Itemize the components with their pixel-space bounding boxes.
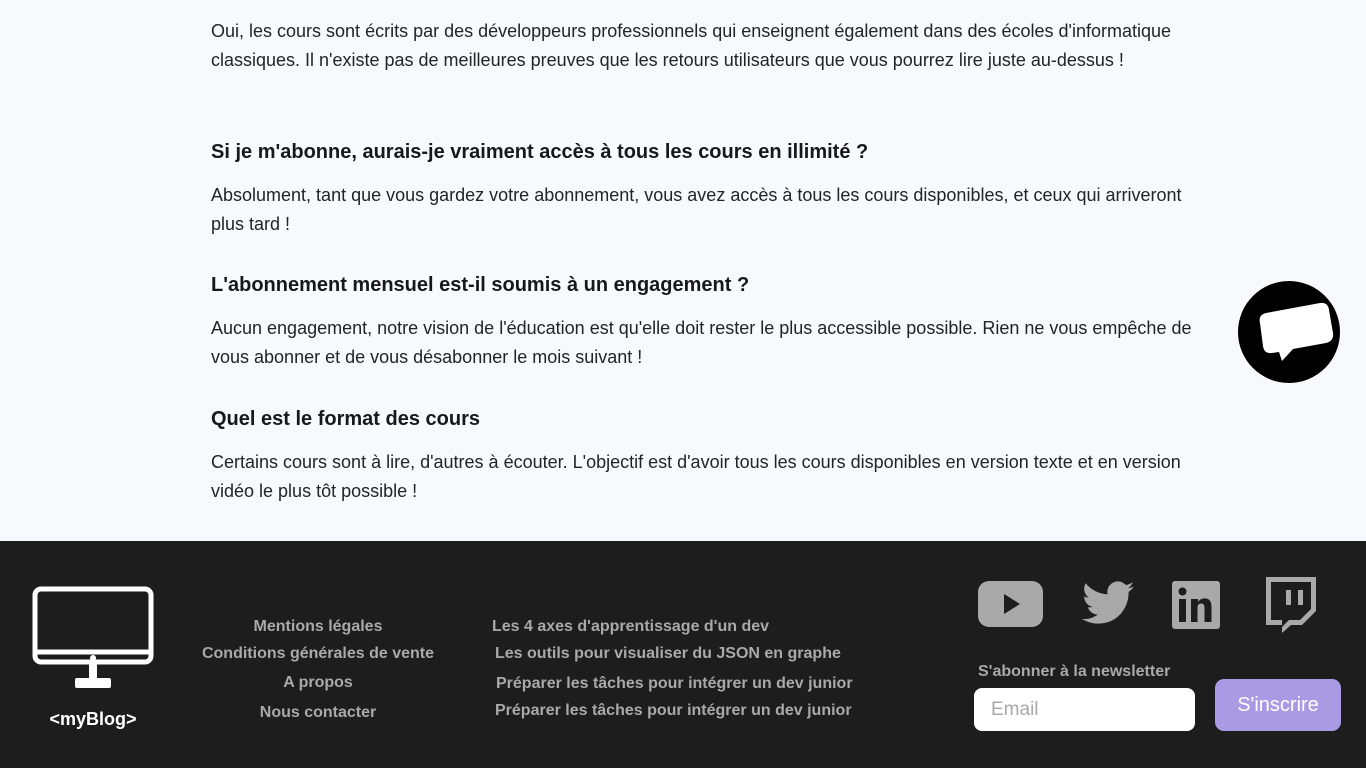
subscribe-button[interactable]: S'inscrire <box>1215 679 1341 731</box>
link-contact[interactable]: Nous contacter <box>260 704 376 722</box>
link-article[interactable]: Les outils pour visualiser du JSON en gr… <box>495 645 841 663</box>
link-article[interactable]: Préparer les tâches pour intégrer un dev… <box>495 702 852 720</box>
faq-answer: Oui, les cours sont écrits par des dével… <box>211 21 1172 70</box>
linkedin-icon[interactable] <box>1172 581 1220 629</box>
faq-answer: Aucun engagement, notre vision de l'éduc… <box>211 318 1192 367</box>
faq-question: L'abonnement mensuel est-il soumis à un … <box>211 274 750 296</box>
email-field[interactable] <box>974 688 1195 731</box>
chat-button[interactable] <box>1238 281 1340 383</box>
link-article[interactable]: Les 4 axes d'apprentissage d'un dev <box>492 618 769 636</box>
faq-answer: Absolument, tant que vous gardez votre a… <box>211 185 1182 234</box>
twitter-icon[interactable] <box>1082 581 1134 625</box>
faq-question: Si je m'abonne, aurais-je vraiment accès… <box>211 141 869 163</box>
faq-answer: Certains cours sont à lire, d'autres à é… <box>211 452 1181 501</box>
logo-text: <myBlog> <box>49 709 137 729</box>
chat-bubble-icon <box>1259 302 1334 361</box>
footer: <myBlog> Mentions légales Conditions gén… <box>0 541 1366 768</box>
link-a-propos[interactable]: A propos <box>283 674 353 692</box>
monitor-icon <box>32 586 154 688</box>
link-mentions-legales[interactable]: Mentions légales <box>254 618 383 636</box>
faq-question: Quel est le format des cours <box>211 408 480 430</box>
link-article[interactable]: Préparer les tâches pour intégrer un dev… <box>496 675 853 693</box>
link-cgv[interactable]: Conditions générales de vente <box>202 645 434 663</box>
newsletter-title: S'abonner à la newsletter <box>978 663 1171 680</box>
twitch-icon[interactable] <box>1262 577 1316 633</box>
youtube-icon[interactable] <box>978 581 1043 627</box>
